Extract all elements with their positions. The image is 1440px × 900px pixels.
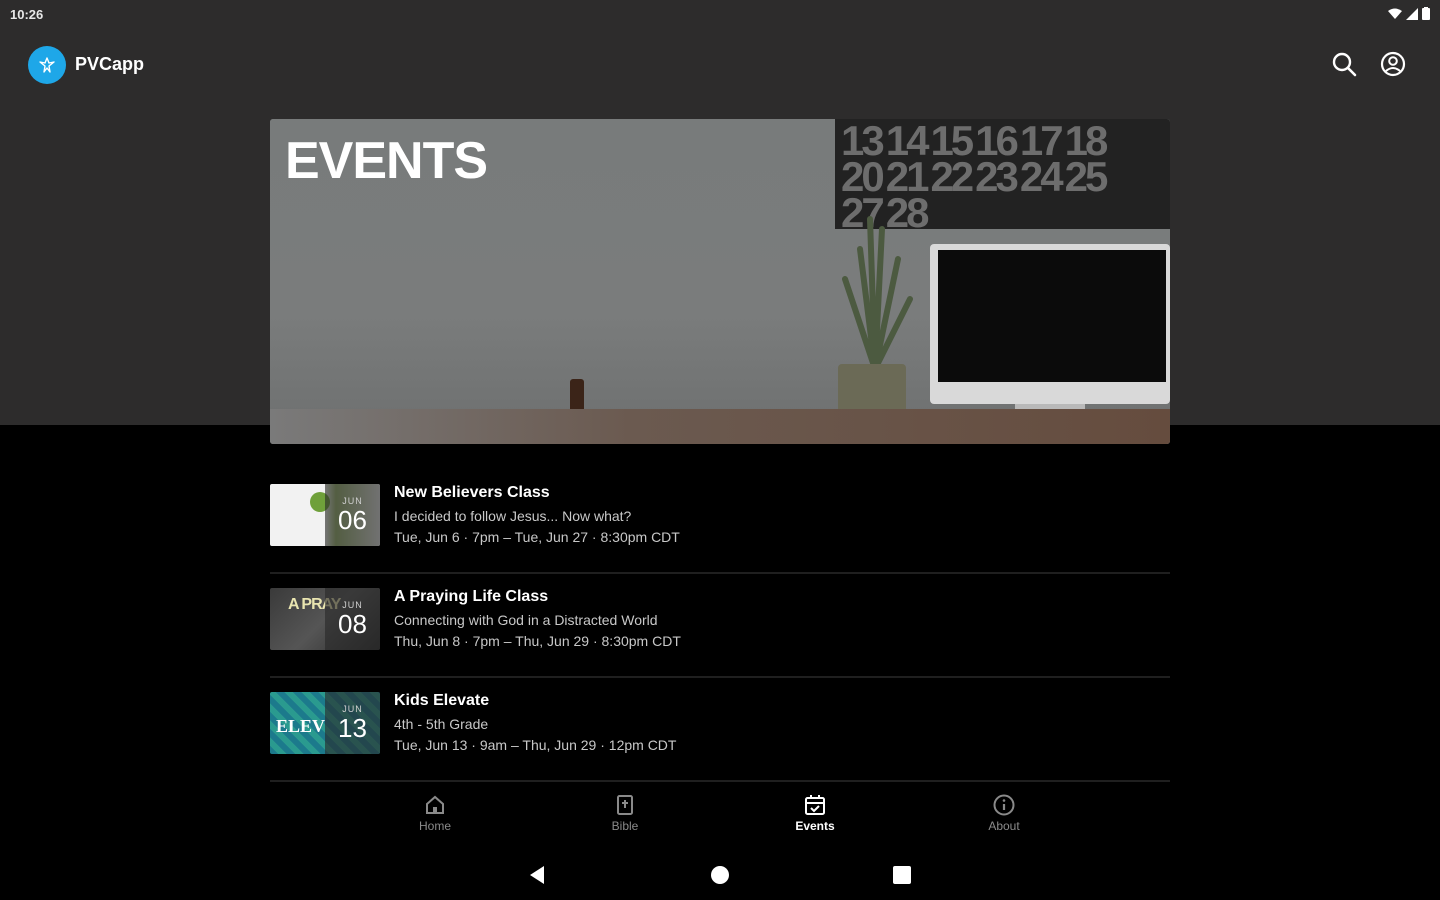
- event-day: 08: [338, 609, 367, 639]
- wifi-icon: [1388, 8, 1402, 19]
- events-hero-banner: 13 14 15 16 17 18 20 21 22 23 24 25 27 2…: [270, 119, 1170, 444]
- nav-home[interactable]: Home: [395, 793, 475, 833]
- home-icon: [426, 795, 444, 814]
- event-time: Tue, Jun 13 · 9am – Thu, Jun 29 · 12pm C…: [394, 737, 677, 753]
- status-icons: [1388, 7, 1430, 20]
- account-button[interactable]: [1377, 48, 1409, 80]
- nav-label: Home: [418, 819, 451, 833]
- bottom-navigation: Home Bible Events About: [0, 785, 1440, 845]
- event-item[interactable]: ELEV JUN 13 Kids Elevate 4th - 5th Grade…: [270, 678, 1170, 782]
- system-navigation-bar: [0, 850, 1440, 900]
- home-system-button[interactable]: [707, 862, 733, 888]
- calendar-icon: [805, 795, 825, 815]
- calendar-number: 23: [975, 153, 1019, 200]
- app-title: PVCapp: [75, 54, 145, 74]
- status-time: 10:26: [10, 7, 44, 22]
- event-item[interactable]: A PRAY JUN 08 A Praying Life Class Conne…: [270, 574, 1170, 678]
- event-date-badge: JUN 13: [325, 692, 380, 754]
- event-title: Kids Elevate: [394, 692, 490, 709]
- signal-icon: [1406, 7, 1418, 20]
- event-subtitle: 4th - 5th Grade: [394, 716, 489, 732]
- circle-icon: [711, 866, 729, 884]
- nav-label: Bible: [611, 819, 639, 833]
- event-day: 06: [338, 505, 367, 535]
- event-title: A Praying Life Class: [394, 588, 549, 605]
- event-day: 13: [338, 713, 367, 743]
- search-button[interactable]: [1328, 48, 1360, 80]
- event-time: Thu, Jun 8 · 7pm – Thu, Jun 29 · 8:30pm …: [394, 633, 681, 649]
- thumb-text: ELEV: [276, 716, 326, 736]
- dove-icon: [39, 57, 55, 73]
- calendar-number: 22: [930, 153, 974, 200]
- event-thumbnail: ELEV JUN 13: [270, 692, 380, 754]
- back-button[interactable]: [525, 862, 551, 888]
- back-icon: [530, 866, 544, 884]
- recents-button[interactable]: [889, 862, 915, 888]
- event-date-badge: JUN 08: [325, 588, 380, 650]
- events-list: JUN 06 New Believers Class I decided to …: [270, 470, 1170, 782]
- nav-bible[interactable]: Bible: [585, 793, 665, 833]
- app-bar: PVCapp: [0, 36, 1440, 92]
- event-subtitle: I decided to follow Jesus... Now what?: [394, 508, 632, 524]
- nav-events[interactable]: Events: [775, 793, 855, 833]
- app-logo[interactable]: [28, 46, 66, 84]
- event-item[interactable]: JUN 06 New Believers Class I decided to …: [270, 470, 1170, 574]
- calendar-number: 24: [1019, 153, 1064, 200]
- event-time: Tue, Jun 6 · 7pm – Tue, Jun 27 · 8:30pm …: [394, 529, 680, 545]
- hero-title: EVENTS: [285, 132, 488, 190]
- hero-plant: [842, 216, 913, 369]
- battery-icon: [1422, 7, 1430, 20]
- hero-monitor: [930, 244, 1170, 404]
- hero-table: [270, 409, 1170, 444]
- search-icon: [1332, 52, 1357, 77]
- bible-icon: [617, 795, 633, 815]
- event-title: New Believers Class: [394, 484, 550, 501]
- event-subtitle: Connecting with God in a Distracted Worl…: [394, 612, 658, 628]
- status-bar: 10:26: [0, 0, 1440, 28]
- event-date-badge: JUN 06: [325, 484, 380, 546]
- nav-label: About: [988, 819, 1020, 833]
- square-icon: [893, 866, 911, 884]
- nav-label: Events: [795, 819, 835, 833]
- account-icon: [1380, 51, 1406, 77]
- calendar-number: 25: [1064, 153, 1109, 200]
- event-thumbnail: A PRAY JUN 08: [270, 588, 380, 650]
- event-thumbnail: JUN 06: [270, 484, 380, 546]
- nav-about[interactable]: About: [964, 793, 1044, 833]
- info-icon: [993, 794, 1015, 816]
